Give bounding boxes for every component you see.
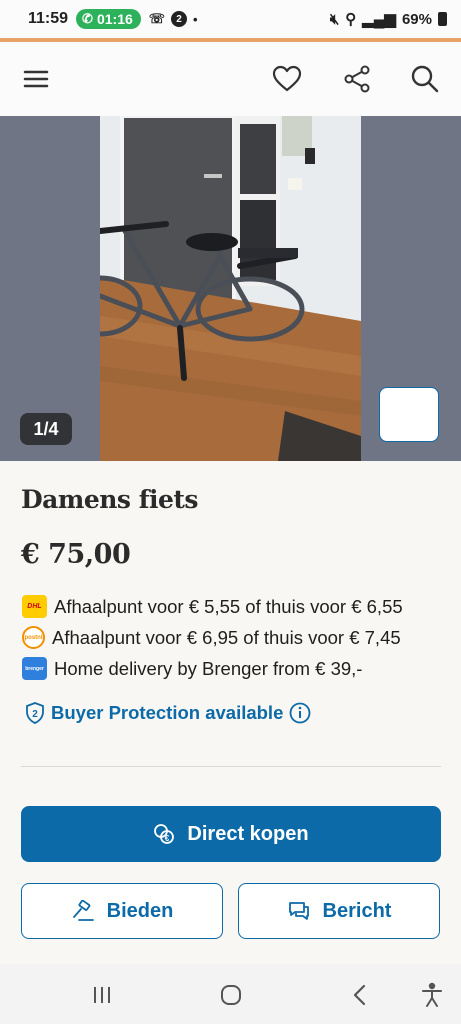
divider <box>21 766 441 767</box>
photo-counter: 1/4 <box>20 413 72 445</box>
buyer-protection-label: Buyer Protection available <box>51 702 284 723</box>
chat-icon <box>288 902 309 920</box>
notification-count-icon: 2 <box>171 11 188 27</box>
recent-apps-icon[interactable] <box>87 980 117 1010</box>
shipping-text: Afhaalpunt voor € 6,95 of thuis voor € 7… <box>52 626 401 648</box>
info-icon[interactable] <box>289 702 311 724</box>
bicycle-photo <box>100 116 361 461</box>
brenger-logo-icon: brenger <box>22 657 47 680</box>
call-timer-pill[interactable]: ✆ 01:16 <box>76 9 141 29</box>
bid-label: Bieden <box>106 899 174 922</box>
listing-price: € 75,00 <box>21 539 131 570</box>
back-icon[interactable] <box>345 980 375 1010</box>
listing-title: Damens fiets <box>21 485 198 514</box>
favorite-button[interactable] <box>379 387 439 442</box>
search-icon[interactable] <box>408 62 442 96</box>
message-button[interactable]: Bericht <box>238 883 440 939</box>
dot-icon: • <box>193 11 198 27</box>
call-timer: 01:16 <box>96 11 133 27</box>
status-time: 11:59 <box>28 10 69 27</box>
mute-icon: 🔇︎ <box>329 10 340 28</box>
listing-photo[interactable]: 1/4 <box>0 116 461 461</box>
svg-text:€: € <box>165 834 170 843</box>
heart-icon[interactable] <box>270 62 304 96</box>
coins-icon: € <box>154 824 175 844</box>
buyer-protection-link[interactable]: 2 Buyer Protection available <box>25 702 311 724</box>
shipping-option-dhl: DHL Afhaalpunt voor € 5,55 of thuis voor… <box>22 595 403 618</box>
app-header <box>0 42 461 116</box>
buy-now-label: Direct kopen <box>187 822 309 845</box>
system-nav-bar <box>0 964 461 1024</box>
bid-button[interactable]: Bieden <box>21 883 223 939</box>
gavel-icon <box>72 900 94 921</box>
shipping-text: Home delivery by Brenger from € 39,- <box>54 657 363 679</box>
menu-icon[interactable] <box>19 62 53 96</box>
accessibility-icon[interactable] <box>417 980 447 1010</box>
buy-now-button[interactable]: € Direct kopen <box>21 806 441 862</box>
svg-text:2: 2 <box>32 709 38 720</box>
phone-icon: ✆ <box>82 11 93 26</box>
shipping-text: Afhaalpunt voor € 5,55 of thuis voor € 6… <box>54 595 403 617</box>
shield-icon: 2 <box>26 702 44 724</box>
battery-icon <box>438 12 447 26</box>
home-icon[interactable] <box>216 980 246 1010</box>
status-bar: 11:59 ✆ 01:16 ☏ 2 • 🔇︎ ⚲ ▂▄▆ 69% <box>0 0 461 38</box>
shipping-option-postnl: postnl Afhaalpunt voor € 6,95 of thuis v… <box>22 626 401 649</box>
signal-icon: ▂▄▆ <box>362 11 396 28</box>
postnl-logo-icon: postnl <box>22 626 45 649</box>
shipping-option-brenger: brenger Home delivery by Brenger from € … <box>22 657 362 680</box>
battery-level: 69% <box>401 10 432 28</box>
location-icon: ⚲ <box>345 11 357 28</box>
dhl-logo-icon: DHL <box>22 595 47 618</box>
wifi-call-icon: ☏ <box>148 11 166 26</box>
share-icon[interactable] <box>340 62 374 96</box>
message-label: Bericht <box>322 899 392 922</box>
